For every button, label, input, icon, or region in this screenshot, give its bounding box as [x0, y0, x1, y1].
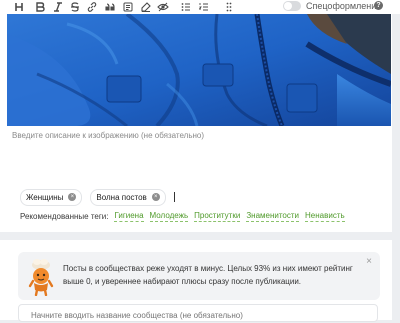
- community-notice: Посты в сообществах реже уходят в минус.…: [18, 252, 380, 300]
- tag-label: Женщины: [26, 192, 64, 202]
- spec-label: Спецоформление: [306, 1, 382, 11]
- bullet-list-icon[interactable]: [179, 0, 193, 14]
- editor-toolbar: Спецоформление ?: [0, 0, 400, 14]
- bold-icon[interactable]: [33, 0, 47, 14]
- help-icon[interactable]: ?: [374, 1, 383, 10]
- tag-input-cursor[interactable]: [173, 192, 175, 202]
- recommended-label: Рекомендованные теги:: [20, 212, 109, 221]
- recommended-tag[interactable]: Гигиена: [114, 211, 144, 222]
- recommended-tag[interactable]: Проститутки: [194, 211, 241, 222]
- notice-text: Посты в сообществах реже уходят в минус.…: [63, 264, 353, 286]
- link-icon[interactable]: [85, 0, 99, 14]
- tag-label: Волна постов: [96, 192, 147, 202]
- recommended-tag[interactable]: Молодежь: [149, 211, 189, 222]
- code-block-icon[interactable]: [121, 0, 135, 14]
- strikethrough-icon[interactable]: [68, 0, 82, 14]
- drag-handle-icon[interactable]: [224, 0, 234, 14]
- recommended-tag[interactable]: Знаменитости: [246, 211, 300, 222]
- remove-tag-icon[interactable]: ×: [68, 193, 77, 201]
- post-editor-card: Введите описание к изображению (не обяза…: [0, 14, 392, 232]
- spec-toggle[interactable]: [283, 1, 301, 11]
- jacket-photo: [7, 14, 391, 126]
- quote-icon[interactable]: [103, 0, 117, 14]
- recommended-tag[interactable]: Ненависть: [305, 211, 345, 222]
- numbered-list-icon[interactable]: [197, 0, 211, 14]
- image-caption-input[interactable]: Введите описание к изображению (не обяза…: [12, 130, 372, 170]
- spoiler-icon[interactable]: [156, 0, 170, 14]
- community-card: Посты в сообществах реже уходят в минус.…: [0, 240, 392, 322]
- post-image[interactable]: [7, 14, 391, 126]
- close-icon[interactable]: ×: [366, 256, 372, 267]
- tag-list: Женщины × Волна постов ×: [20, 188, 175, 206]
- heading-icon[interactable]: [12, 0, 26, 14]
- tag-chip[interactable]: Женщины ×: [20, 188, 83, 206]
- community-input-box: [18, 304, 378, 322]
- recommended-tags: Рекомендованные теги: Гигиена Молодежь П…: [20, 211, 345, 222]
- toggle-knob: [284, 2, 292, 10]
- remove-tag-icon[interactable]: ×: [151, 193, 160, 201]
- community-search-input[interactable]: [19, 305, 361, 320]
- mascot-icon: [28, 259, 54, 296]
- highlight-icon[interactable]: [139, 0, 153, 14]
- tag-chip[interactable]: Волна постов ×: [90, 188, 166, 206]
- italic-icon[interactable]: [51, 0, 65, 14]
